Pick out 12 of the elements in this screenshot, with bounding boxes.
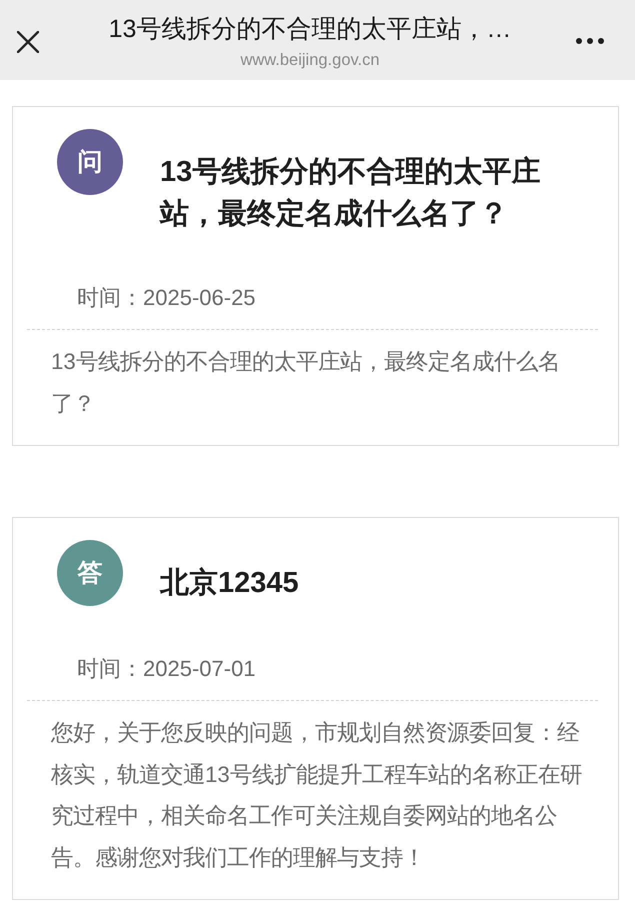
- page-title: 13号线拆分的不合理的太平庄站，…: [108, 14, 512, 45]
- card-text: 您好，关于您反映的问题，市规划自然资源委回复：经核实，轨道交通13号线扩能提升工程车站的名称正在研究过程中，相关命名工作可关注规自委网站的地名公告。感谢您对我们工作的理解与支持！: [51, 719, 583, 872]
- more-icon: [576, 38, 604, 44]
- card-text: 13号线拆分的不合理的太平庄站，最终定名成什么名了？: [51, 348, 561, 418]
- time-label: 时间：2025-07-01: [77, 655, 257, 683]
- card-heading: 北京12345: [160, 566, 300, 601]
- card-heading: 13号线拆分的不合理的太平庄站，最终定名成什么名了？: [160, 154, 542, 232]
- avatar: 答: [57, 540, 123, 606]
- page-url: www.beijing.gov.cn: [240, 50, 380, 71]
- avatar: 问: [57, 129, 123, 195]
- close-icon: [16, 31, 38, 53]
- time-label: 时间：2025-06-25: [77, 284, 257, 312]
